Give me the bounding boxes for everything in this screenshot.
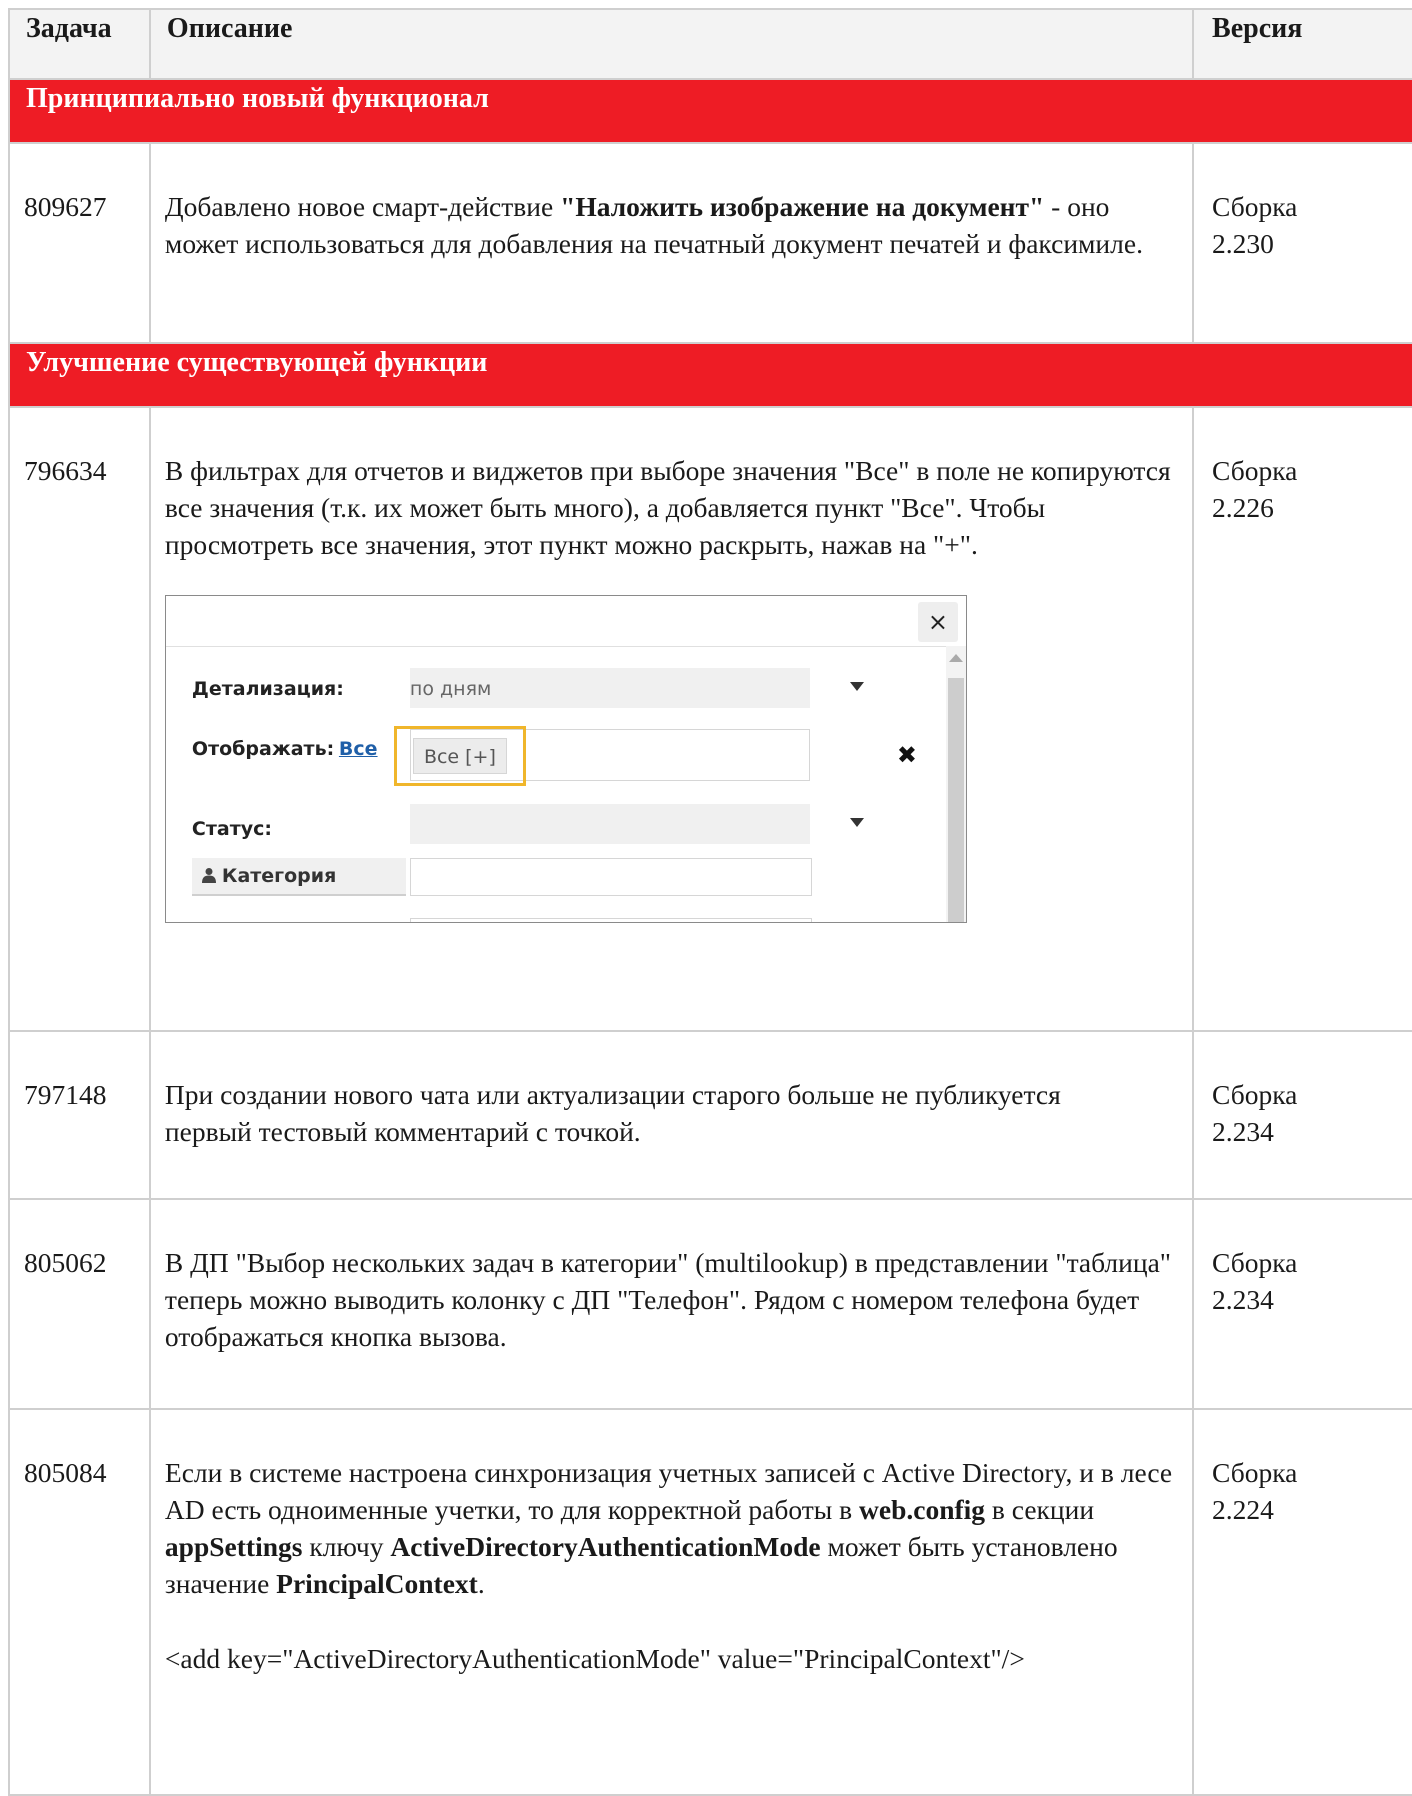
show-label: Отображать:: [191, 738, 335, 760]
next-field-edge: [409, 918, 812, 922]
task-description: В фильтрах для отчетов и виджетов при вы…: [148, 406, 1195, 1032]
task-version: Сборка 2.234: [1192, 1198, 1412, 1410]
table-row: 796634 В фильтрах для отчетов и виджетов…: [8, 406, 1412, 1032]
desc-text: в секции: [985, 1494, 1095, 1525]
status-label: Статус:: [191, 818, 272, 840]
task-id: 805084: [8, 1408, 151, 1796]
detail-select-value: по дням: [409, 678, 492, 700]
highlight-frame: [393, 726, 526, 786]
task-version: Сборка 2.230: [1192, 142, 1412, 344]
category-input[interactable]: [409, 858, 812, 896]
remove-icon[interactable]: ✖: [897, 743, 917, 767]
task-id: 805062: [8, 1198, 151, 1410]
category-field-label[interactable]: Категория: [191, 858, 406, 896]
release-notes-table: Задача Описание Версия Принципиально нов…: [8, 8, 1412, 1796]
table-row: 809627 Добавлено новое смарт-действие "Н…: [8, 142, 1412, 344]
dialog-scrollbar[interactable]: [945, 646, 966, 922]
detail-label: Детализация:: [191, 678, 344, 700]
desc-text: ключу: [302, 1531, 391, 1562]
task-description: При создании нового чата или актуализаци…: [148, 1030, 1195, 1200]
desc-bold: PrincipalContext: [276, 1568, 478, 1599]
table-row: 805062 В ДП "Выбор нескольких задач в ка…: [8, 1198, 1412, 1410]
table-row: 797148 При создании нового чата или акту…: [8, 1030, 1412, 1200]
chevron-down-icon[interactable]: [849, 818, 864, 827]
task-version: Сборка 2.224: [1192, 1408, 1412, 1796]
scrollbar-thumb[interactable]: [947, 678, 964, 922]
task-id: 797148: [8, 1030, 151, 1200]
header-version: Версия: [1192, 8, 1412, 80]
task-version: Сборка 2.234: [1192, 1030, 1412, 1200]
chevron-down-icon[interactable]: [849, 682, 864, 691]
section-row-new-functionality: Принципиально новый функционал: [8, 78, 1412, 144]
section-title: Улучшение существующей функции: [8, 342, 1412, 408]
scroll-up-arrow-icon[interactable]: [948, 654, 963, 662]
task-description: В ДП "Выбор нескольких задач в категории…: [148, 1198, 1195, 1410]
desc-bold: ActiveDirectoryAuthenticationMode: [390, 1531, 821, 1562]
category-label-text: Категория: [221, 865, 337, 887]
task-description: Добавлено новое смарт-действие "Наложить…: [148, 142, 1195, 344]
desc-bold: "Наложить изображение на документ": [560, 191, 1045, 222]
header-task: Задача: [8, 8, 151, 80]
status-select[interactable]: [409, 804, 810, 844]
desc-bold: web.config: [859, 1494, 986, 1525]
desc-bold: appSettings: [164, 1531, 303, 1562]
table-header-row: Задача Описание Версия: [8, 8, 1412, 80]
desc-text: .: [477, 1568, 485, 1599]
task-description: Если в системе настроена синхронизация у…: [148, 1408, 1195, 1796]
header-description: Описание: [148, 8, 1195, 80]
task-version: Сборка 2.226: [1192, 406, 1412, 1032]
table-row: 805084 Если в системе настроена синхрони…: [8, 1408, 1412, 1796]
close-icon[interactable]: ×: [917, 602, 958, 642]
section-title: Принципиально новый функционал: [8, 78, 1412, 144]
show-all-link[interactable]: Все: [339, 738, 378, 760]
task-id: 796634: [8, 406, 151, 1032]
dialog-titlebar: [165, 596, 966, 647]
section-row-improvement: Улучшение существующей функции: [8, 342, 1412, 408]
user-icon: [201, 868, 216, 883]
desc-text: Добавлено новое смарт-действие: [164, 191, 561, 222]
desc-text: В фильтрах для отчетов и виджетов при вы…: [164, 455, 1171, 560]
task-id: 809627: [8, 142, 151, 344]
filter-dialog-screenshot: × Детализация: по дням Отображать: Все В…: [164, 595, 967, 923]
config-snippet: <add key="ActiveDirectoryAuthenticationM…: [164, 1643, 1025, 1674]
